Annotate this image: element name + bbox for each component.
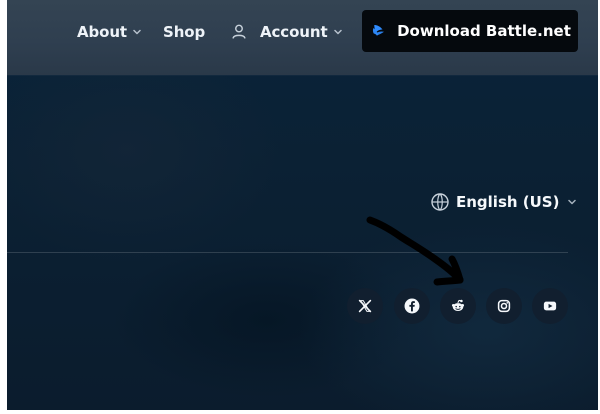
instagram-button[interactable] (486, 288, 522, 324)
globe-icon (430, 192, 450, 212)
facebook-icon (404, 298, 420, 314)
footer-divider (7, 252, 568, 253)
nav-account[interactable]: Account (230, 18, 343, 46)
battle-net-icon (369, 22, 387, 40)
nav-account-label: Account (260, 23, 328, 41)
download-battlenet-button[interactable]: Download Battle.net (362, 10, 578, 52)
user-icon (230, 23, 248, 41)
language-label: English (US) (456, 193, 560, 211)
social-links (347, 288, 569, 324)
youtube-button[interactable] (532, 288, 568, 324)
chevron-down-icon (567, 197, 577, 207)
page-frame: About Shop Account Download Battle.net E… (7, 0, 598, 414)
reddit-button[interactable] (440, 288, 476, 324)
nav-about-label: About (77, 23, 128, 41)
nav-about[interactable]: About (77, 18, 142, 46)
youtube-icon (543, 301, 557, 311)
download-battlenet-label: Download Battle.net (397, 22, 571, 40)
x-icon (358, 299, 372, 313)
language-selector[interactable]: English (US) (430, 190, 577, 214)
chevron-down-icon (333, 27, 343, 37)
instagram-icon (497, 299, 511, 313)
x-button[interactable] (347, 288, 383, 324)
facebook-button[interactable] (394, 288, 430, 324)
reddit-icon (451, 299, 465, 312)
nav-shop[interactable]: Shop (163, 18, 205, 46)
nav-shop-label: Shop (163, 23, 206, 41)
top-navigation: About Shop Account Download Battle.net (7, 0, 598, 75)
chevron-down-icon (132, 27, 142, 37)
